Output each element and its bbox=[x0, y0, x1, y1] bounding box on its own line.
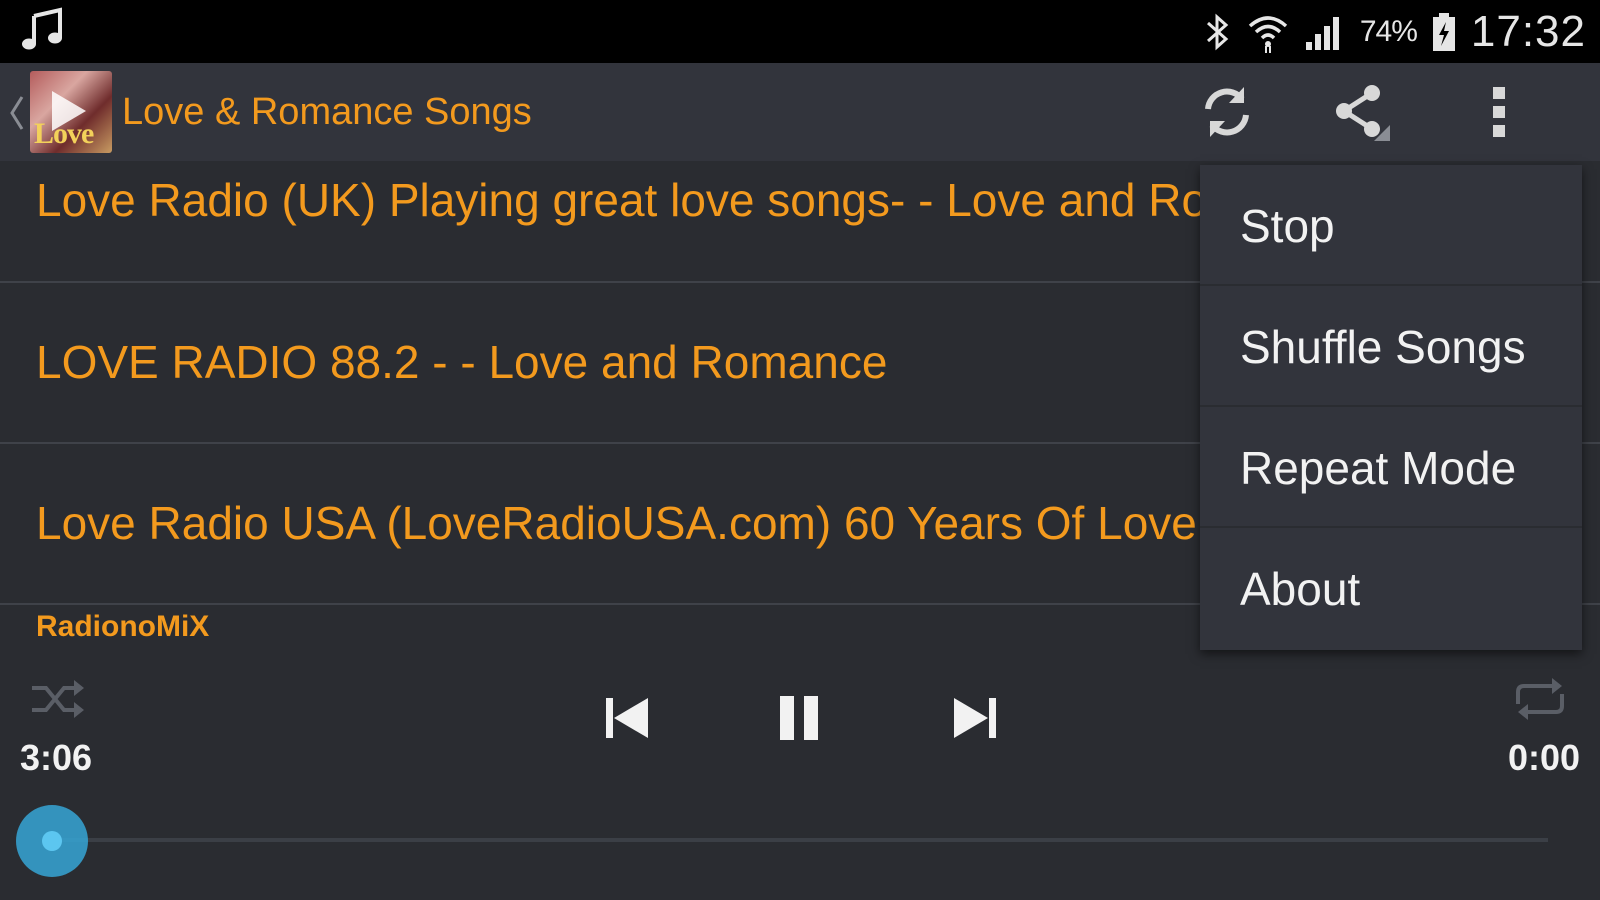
page-title: Love & Romance Songs bbox=[122, 91, 532, 133]
menu-item-label: Stop bbox=[1240, 200, 1335, 252]
app-logo[interactable]: Love bbox=[30, 71, 112, 153]
menu-item-about[interactable]: About bbox=[1200, 528, 1582, 649]
logo-text: Love bbox=[34, 117, 94, 150]
wifi-icon bbox=[1248, 15, 1288, 53]
overflow-menu-icon[interactable] bbox=[1470, 81, 1532, 143]
seek-bar[interactable] bbox=[52, 838, 1548, 842]
share-icon[interactable] bbox=[1328, 81, 1390, 143]
menu-item-shuffle-songs[interactable]: Shuffle Songs bbox=[1200, 286, 1582, 407]
pause-icon[interactable] bbox=[772, 690, 828, 746]
status-time: 17:32 bbox=[1470, 6, 1586, 56]
action-bar: Love Love & Romance Songs bbox=[0, 63, 1600, 161]
menu-item-label: About bbox=[1240, 563, 1361, 615]
elapsed-time: 3:06 bbox=[20, 737, 93, 778]
station-title: Love Radio (UK) Playing great love songs… bbox=[36, 174, 1346, 226]
refresh-icon[interactable] bbox=[1196, 81, 1258, 143]
menu-item-stop[interactable]: Stop bbox=[1200, 165, 1582, 286]
now-playing-station: RadionoMiX bbox=[36, 610, 210, 643]
repeat-icon[interactable] bbox=[1512, 676, 1568, 722]
total-time: 0:00 bbox=[1507, 737, 1580, 778]
overflow-menu: Stop Shuffle Songs Repeat Mode About bbox=[1200, 165, 1582, 650]
bluetooth-icon bbox=[1206, 13, 1229, 50]
station-title: Love Radio USA (LoveRadioUSA.com) 60 Yea… bbox=[36, 497, 1341, 549]
previous-icon[interactable] bbox=[600, 690, 656, 746]
station-title: LOVE RADIO 88.2 - - Love and Romance bbox=[36, 336, 888, 388]
shuffle-icon[interactable] bbox=[30, 676, 86, 722]
back-icon[interactable] bbox=[8, 93, 26, 133]
menu-item-label: Repeat Mode bbox=[1240, 442, 1517, 494]
signal-icon bbox=[1305, 16, 1339, 50]
status-bar: 74% 17:32 bbox=[0, 0, 1600, 63]
seek-thumb[interactable] bbox=[16, 805, 88, 877]
next-icon[interactable] bbox=[946, 690, 1002, 746]
battery-percent: 74% bbox=[1359, 14, 1418, 48]
music-note-icon bbox=[22, 7, 62, 50]
menu-item-label: Shuffle Songs bbox=[1240, 321, 1526, 373]
menu-item-repeat-mode[interactable]: Repeat Mode bbox=[1200, 407, 1582, 528]
battery-charging-icon bbox=[1432, 12, 1455, 51]
